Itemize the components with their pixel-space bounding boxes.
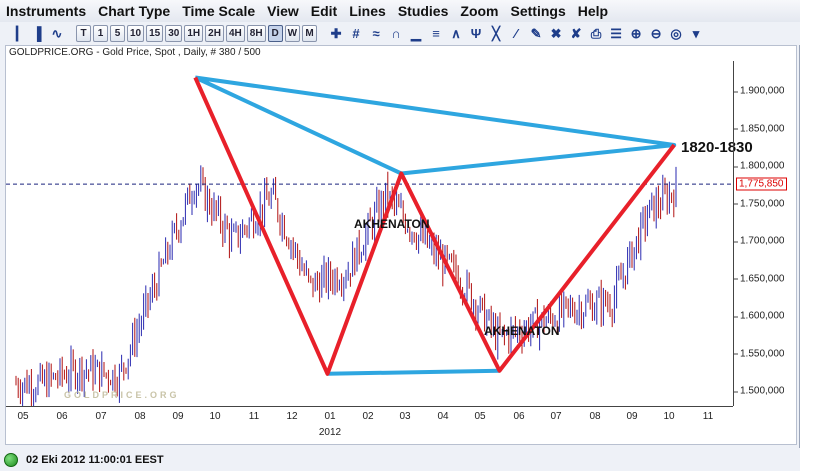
candlestick-icon[interactable]: ▐ bbox=[28, 25, 46, 43]
line-chart-icon[interactable]: ∿ bbox=[48, 25, 66, 43]
x-tick-label: 05 bbox=[474, 411, 486, 422]
x-tick-label: 11 bbox=[248, 411, 260, 422]
menu-edit[interactable]: Edit bbox=[305, 3, 343, 19]
status-bar: 02 Eki 2012 11:00:01 EEST bbox=[0, 448, 800, 471]
chart-window: Instruments Chart Type Time Scale View Edit L… bbox=[0, 0, 800, 471]
x-tick-label: 01 bbox=[324, 411, 336, 422]
y-tick-label: 1.600,000 bbox=[734, 310, 785, 322]
blue-pattern-line bbox=[194, 75, 677, 176]
timeframe-5-button[interactable]: 5 bbox=[110, 25, 125, 42]
pattern-label: AKHENATON bbox=[484, 324, 560, 338]
zoom-in-icon[interactable]: ⊕ bbox=[627, 25, 645, 43]
toolbar: ┃ ▐ ∿ T 1 5 10 15 30 1H 2H 4H 8H D W M ✚ # ≈ ∩ ▁ ≡ ∧ Ψ ╳ ∕ ✎ ✖ ✘ ⎙ ☰ ⊕ ⊖… bbox=[0, 22, 800, 45]
indicator-icon[interactable]: ≈ bbox=[367, 25, 385, 43]
price-axis[interactable]: 1,775,850 1.900,000 1.850,000 1.800,000 1.7… bbox=[733, 61, 797, 406]
red-zigzag-lines bbox=[193, 76, 676, 376]
volume-bars-icon[interactable]: ▁ bbox=[407, 25, 425, 43]
timeframe-8h-button[interactable]: 8H bbox=[246, 25, 266, 42]
magnet-icon[interactable]: ∩ bbox=[387, 25, 405, 43]
x-tick-label: 12 bbox=[286, 411, 298, 422]
pattern-label: AKHENATON bbox=[354, 217, 430, 231]
fibonacci-icon[interactable]: ≡ bbox=[427, 25, 445, 43]
y-tick-label: 1.700,000 bbox=[734, 235, 785, 247]
time-axis[interactable]: 2012 05 06 07 08 09 10 11 12 01 02 03 04 05 06 07 08 09 1… bbox=[6, 406, 733, 444]
timeframe-15-button[interactable]: 15 bbox=[146, 25, 164, 42]
gann-icon[interactable]: ╳ bbox=[487, 25, 505, 43]
year-label: 2012 bbox=[318, 427, 342, 438]
timeframe-1h-button[interactable]: 1H bbox=[184, 25, 204, 42]
zoom-reset-icon[interactable]: ◎ bbox=[667, 25, 685, 43]
y-tick-label: 1.900,000 bbox=[734, 85, 785, 97]
menu-view[interactable]: View bbox=[261, 3, 305, 19]
x-tick-label: 05 bbox=[17, 411, 29, 422]
print-icon[interactable]: ⎙ bbox=[587, 25, 605, 43]
menu-time-scale[interactable]: Time Scale bbox=[176, 3, 261, 19]
y-tick-label: 1.500,000 bbox=[734, 385, 785, 397]
timeframe-d-button[interactable]: D bbox=[267, 25, 283, 42]
crosshair-icon[interactable]: ✚ bbox=[327, 25, 345, 43]
red-zigzag-line bbox=[193, 76, 676, 376]
menu-chart-type[interactable]: Chart Type bbox=[92, 3, 176, 19]
chart-panel[interactable]: GOLDPRICE.ORG - Gold Price, Spot , Daily… bbox=[5, 45, 797, 445]
clipboard-icon[interactable]: ☰ bbox=[607, 25, 625, 43]
timeframe-w-button[interactable]: W bbox=[284, 25, 301, 42]
x-tick-label: 04 bbox=[437, 411, 449, 422]
arrow-down-icon[interactable]: ▾ bbox=[687, 25, 705, 43]
watermark-logo: GOLDPRICE.ORG bbox=[64, 390, 180, 400]
x-tick-label: 07 bbox=[95, 411, 107, 422]
pencil-tool-icon[interactable]: ✎ bbox=[527, 25, 545, 43]
x-tick-label: 02 bbox=[362, 411, 374, 422]
x-tick-label: 09 bbox=[626, 411, 638, 422]
x-tick-label: 08 bbox=[134, 411, 146, 422]
timeframe-30-button[interactable]: 30 bbox=[165, 25, 183, 42]
x-tick-label: 10 bbox=[209, 411, 221, 422]
timeframe-10-button[interactable]: 10 bbox=[127, 25, 145, 42]
y-tick-label: 1.800,000 bbox=[734, 160, 785, 172]
blue-triangle-lines bbox=[194, 75, 677, 376]
menu-bar: Instruments Chart Type Time Scale View Edit L… bbox=[0, 0, 800, 22]
chart-title: GOLDPRICE.ORG - Gold Price, Spot , Daily… bbox=[9, 47, 261, 58]
y-tick-label: 1.650,000 bbox=[734, 273, 785, 284]
blue-pattern-line bbox=[327, 368, 500, 376]
timeframe-4h-button[interactable]: 4H bbox=[225, 25, 245, 42]
zoom-out-icon[interactable]: ⊖ bbox=[647, 25, 665, 43]
x-tick-label: 10 bbox=[663, 411, 675, 422]
menu-settings[interactable]: Settings bbox=[505, 3, 572, 19]
y-tick-label: 1.550,000 bbox=[734, 348, 785, 359]
bar-chart-icon[interactable]: ┃ bbox=[8, 25, 26, 43]
timeframe-1-button[interactable]: 1 bbox=[93, 25, 108, 42]
x-tick-label: 03 bbox=[399, 411, 411, 422]
current-price-label: 1,775,850 bbox=[736, 177, 787, 191]
y-tick-label: 1.750,000 bbox=[734, 198, 785, 209]
x-tick-label: 07 bbox=[550, 411, 562, 422]
x-tick-label: 11 bbox=[702, 411, 714, 422]
menu-studies[interactable]: Studies bbox=[392, 3, 455, 19]
menu-zoom[interactable]: Zoom bbox=[454, 3, 504, 19]
menu-instruments[interactable]: Instruments bbox=[0, 3, 92, 19]
timeframe-2h-button[interactable]: 2H bbox=[205, 25, 224, 42]
timeframe-t-button[interactable]: T bbox=[76, 25, 91, 42]
menu-help[interactable]: Help bbox=[572, 3, 614, 19]
x-tick-label: 06 bbox=[56, 411, 68, 422]
grid-icon[interactable]: # bbox=[347, 25, 365, 43]
delete-icon[interactable]: ✖ bbox=[547, 25, 565, 43]
y-tick-label: 1.850,000 bbox=[734, 123, 785, 134]
price-bars bbox=[15, 165, 677, 406]
price-chart[interactable] bbox=[6, 61, 733, 406]
x-tick-label: 08 bbox=[589, 411, 601, 422]
status-timestamp: 02 Eki 2012 11:00:01 EEST bbox=[26, 453, 164, 466]
andrews-pitchfork-icon[interactable]: Ψ bbox=[467, 25, 485, 43]
x-tick-label: 09 bbox=[172, 411, 184, 422]
connection-status-icon bbox=[4, 452, 18, 467]
erase-all-icon[interactable]: ✘ bbox=[567, 25, 585, 43]
fan-icon[interactable]: ∧ bbox=[447, 25, 465, 43]
menu-lines[interactable]: Lines bbox=[343, 3, 392, 19]
timeframe-m-button[interactable]: M bbox=[302, 25, 318, 42]
regression-icon[interactable]: ∕ bbox=[507, 25, 525, 43]
x-tick-label: 06 bbox=[513, 411, 525, 422]
